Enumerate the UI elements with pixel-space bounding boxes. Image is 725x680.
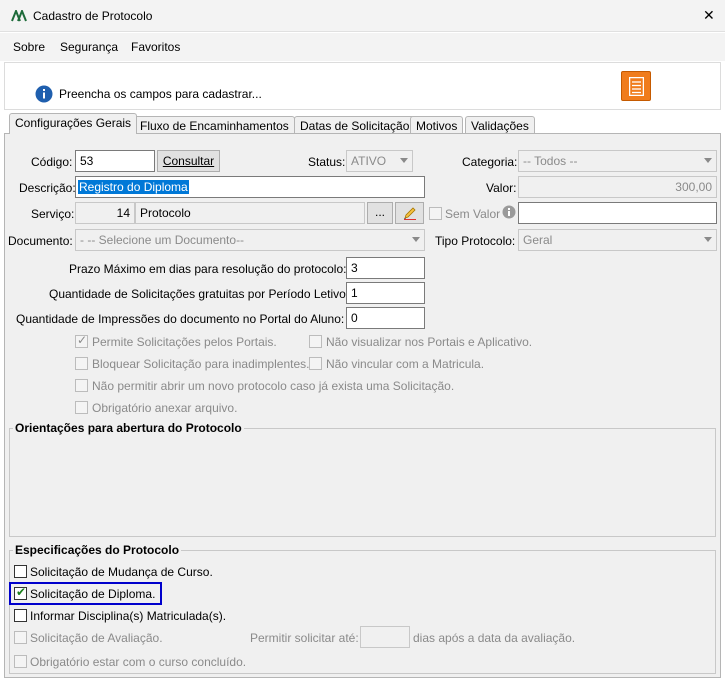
diploma-label: Solicitação de Diploma. (30, 587, 156, 601)
chevron-down-icon (704, 237, 712, 242)
nao-visualizar-label: Não visualizar nos Portais e Aplicativo. (326, 335, 533, 349)
documento-select[interactable]: - -- Selecione um Documento-- (75, 229, 425, 251)
avaliacao-checkbox[interactable] (14, 631, 27, 644)
bloquear-label: Bloquear Solicitação para inadimplentes. (92, 357, 310, 371)
categoria-value: -- Todos -- (523, 154, 578, 168)
servico-name-input[interactable]: Protocolo (135, 202, 365, 224)
nao-visualizar-checkbox[interactable] (309, 335, 322, 348)
check-icon: ✓ (77, 333, 88, 347)
tab-fluxo-encaminhamentos[interactable]: Fluxo de Encaminhamentos (134, 116, 295, 134)
nao-permitir-checkbox[interactable] (75, 379, 88, 392)
menu-seguranca[interactable]: Segurança (60, 40, 118, 54)
dias-input[interactable] (360, 626, 410, 648)
valor-input[interactable]: 300,00 (518, 176, 717, 198)
status-select[interactable]: ATIVO (346, 150, 413, 172)
qtd-solicitacoes-label: Quantidade de Solicitações gratuitas por… (49, 287, 350, 301)
app-logo-icon (11, 10, 27, 22)
disciplinas-label: Informar Disciplina(s) Matriculada(s). (30, 609, 227, 623)
tipo-protocolo-select[interactable]: Geral (518, 229, 717, 251)
tab-configuracoes-gerais[interactable]: Configurações Gerais (9, 113, 138, 134)
avaliacao-label: Solicitação de Avaliação. (30, 631, 163, 645)
chevron-down-icon (412, 237, 420, 242)
permite-portais-checkbox[interactable]: ✓ (75, 333, 88, 348)
codigo-input[interactable]: 53 (75, 150, 155, 172)
mudanca-curso-checkbox[interactable] (14, 565, 27, 578)
nao-vincular-label: Não vincular com a Matricula. (326, 357, 485, 371)
bloquear-checkbox[interactable] (75, 357, 88, 370)
mudanca-curso-label: Solicitação de Mudança de Curso. (30, 565, 213, 579)
tab-datas-solicitacao[interactable]: Datas de Solicitação (294, 116, 416, 134)
dias-apos-label: dias após a data da avaliação. (413, 631, 576, 645)
documento-value: - -- Selecione um Documento-- (80, 233, 245, 247)
menu-favoritos[interactable]: Favoritos (131, 40, 180, 54)
chevron-down-icon (400, 158, 408, 163)
check-icon: ✔ (16, 585, 27, 599)
permitir-ate-label: Permitir solicitar até: (250, 631, 359, 645)
servico-code-input[interactable]: 14 (75, 202, 135, 224)
consultar-label: Consultar (162, 154, 215, 168)
tab-validacoes[interactable]: Validações (465, 116, 535, 134)
info-message: Preencha os campos para cadastrar... (59, 87, 262, 101)
qtd-impressoes-input[interactable]: 0 (346, 307, 425, 329)
title-bar: Cadastro de Protocolo ✕ (0, 0, 725, 32)
prazo-input[interactable]: 3 (346, 257, 425, 279)
edit-button[interactable] (395, 202, 424, 224)
sem-valor-checkbox[interactable] (429, 207, 442, 220)
pencil-icon (404, 207, 416, 220)
tipo-protocolo-label: Tipo Protocolo: (435, 234, 516, 248)
curso-concluido-label: Obrigatório estar com o curso concluído. (30, 655, 247, 669)
qtd-solicitacoes-input[interactable]: 1 (346, 282, 425, 304)
nao-permitir-label: Não permitir abrir um novo protocolo cas… (92, 379, 455, 393)
status-label: Status: (308, 155, 346, 169)
window-title: Cadastro de Protocolo (33, 9, 153, 23)
tipo-protocolo-value: Geral (523, 233, 553, 247)
qtd-impressoes-label: Quantidade de Impressões do documento no… (16, 312, 345, 326)
descricao-label: Descrição: (19, 181, 76, 195)
status-value: ATIVO (351, 154, 387, 168)
descricao-input[interactable]: Registro do Diploma (75, 176, 425, 198)
sem-valor-label: Sem Valor (445, 207, 501, 221)
menu-bar: Sobre Segurança Favoritos (0, 33, 725, 61)
tab-motivos[interactable]: Motivos (410, 116, 464, 134)
orientacoes-textarea[interactable] (11, 436, 714, 535)
descricao-value: Registro do Diploma (78, 180, 189, 194)
documento-label: Documento: (8, 234, 73, 248)
diploma-checkbox[interactable]: ✔ (14, 585, 27, 600)
categoria-label: Categoria: (462, 155, 518, 169)
consultar-button[interactable]: Consultar (157, 150, 220, 172)
orientacoes-title: Orientações para abertura do Protocolo (13, 421, 244, 435)
info-icon (35, 85, 53, 103)
servico-label: Serviço: (31, 207, 75, 221)
chevron-down-icon (704, 158, 712, 163)
document-icon[interactable] (621, 71, 651, 101)
prazo-label: Prazo Máximo em dias para resolução do p… (69, 262, 347, 276)
obrigatorio-anexar-checkbox[interactable] (75, 401, 88, 414)
info-bar: Preencha os campos para cadastrar... (4, 62, 721, 110)
servico-search-button[interactable]: ... (367, 202, 393, 224)
especificacoes-title: Especificações do Protocolo (13, 543, 182, 557)
permite-portais-label: Permite Solicitações pelos Portais. (92, 335, 277, 349)
valor-label: Valor: (486, 181, 517, 195)
codigo-label: Código: (31, 155, 73, 169)
nao-vincular-checkbox[interactable] (309, 357, 322, 370)
sem-valor-input[interactable] (518, 202, 717, 224)
categoria-select[interactable]: -- Todos -- (518, 150, 717, 172)
help-icon[interactable] (502, 205, 516, 219)
disciplinas-checkbox[interactable] (14, 609, 27, 622)
curso-concluido-checkbox[interactable] (14, 655, 27, 668)
menu-sobre[interactable]: Sobre (13, 40, 45, 54)
close-icon[interactable]: ✕ (703, 7, 715, 24)
obrigatorio-anexar-label: Obrigatório anexar arquivo. (92, 401, 238, 415)
